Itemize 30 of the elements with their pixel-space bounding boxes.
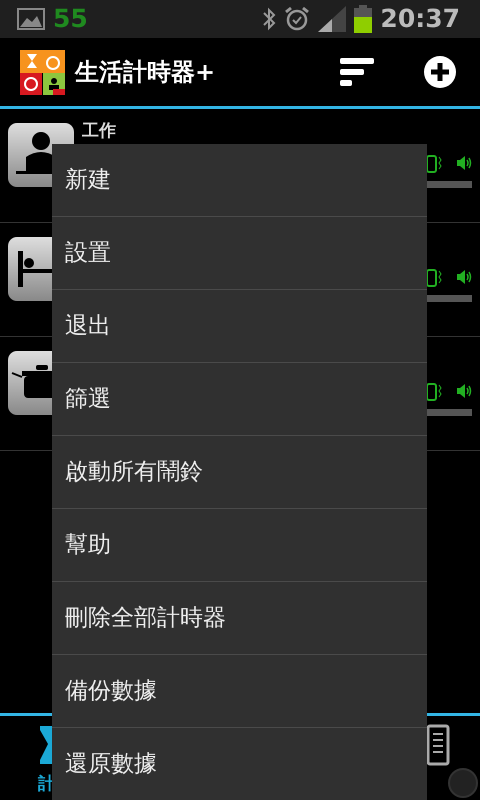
vibrate-icon[interactable]: [426, 383, 442, 401]
sound-icon[interactable]: [456, 155, 472, 171]
alarm-icon: [284, 6, 310, 32]
vibrate-icon[interactable]: [426, 269, 442, 287]
menu-item[interactable]: 刪除全部計時器: [52, 582, 427, 655]
hourglass-icon: [38, 724, 52, 766]
vibrate-icon[interactable]: [426, 155, 442, 173]
menu-item[interactable]: 幫助: [52, 509, 427, 582]
app-logo-icon: [20, 50, 65, 94]
menu-item[interactable]: 新建: [52, 144, 427, 217]
tab[interactable]: 計: [38, 724, 55, 800]
menu-item[interactable]: 設置: [52, 217, 427, 290]
menu-item[interactable]: 退出: [52, 290, 427, 363]
add-icon[interactable]: [424, 56, 456, 88]
signal-icon: [318, 6, 346, 32]
menu-item[interactable]: 篩選: [52, 363, 427, 436]
sound-icon[interactable]: [456, 383, 472, 399]
sort-icon[interactable]: [340, 58, 374, 86]
clock-time: 20:37: [380, 3, 460, 36]
sound-icon[interactable]: [456, 269, 472, 285]
bluetooth-icon: [262, 7, 276, 31]
menu-item[interactable]: 還原數據: [52, 728, 427, 800]
battery-icon: [354, 5, 372, 33]
menu-item[interactable]: 備份數據: [52, 655, 427, 728]
timer-title: 工作: [82, 120, 116, 143]
app-title: 生活計時器+: [75, 57, 216, 88]
picture-notification-icon: [17, 8, 45, 30]
notification-count: 55: [53, 3, 88, 36]
menu-item[interactable]: 啟動所有鬧鈴: [52, 436, 427, 509]
list-icon: [426, 724, 450, 766]
